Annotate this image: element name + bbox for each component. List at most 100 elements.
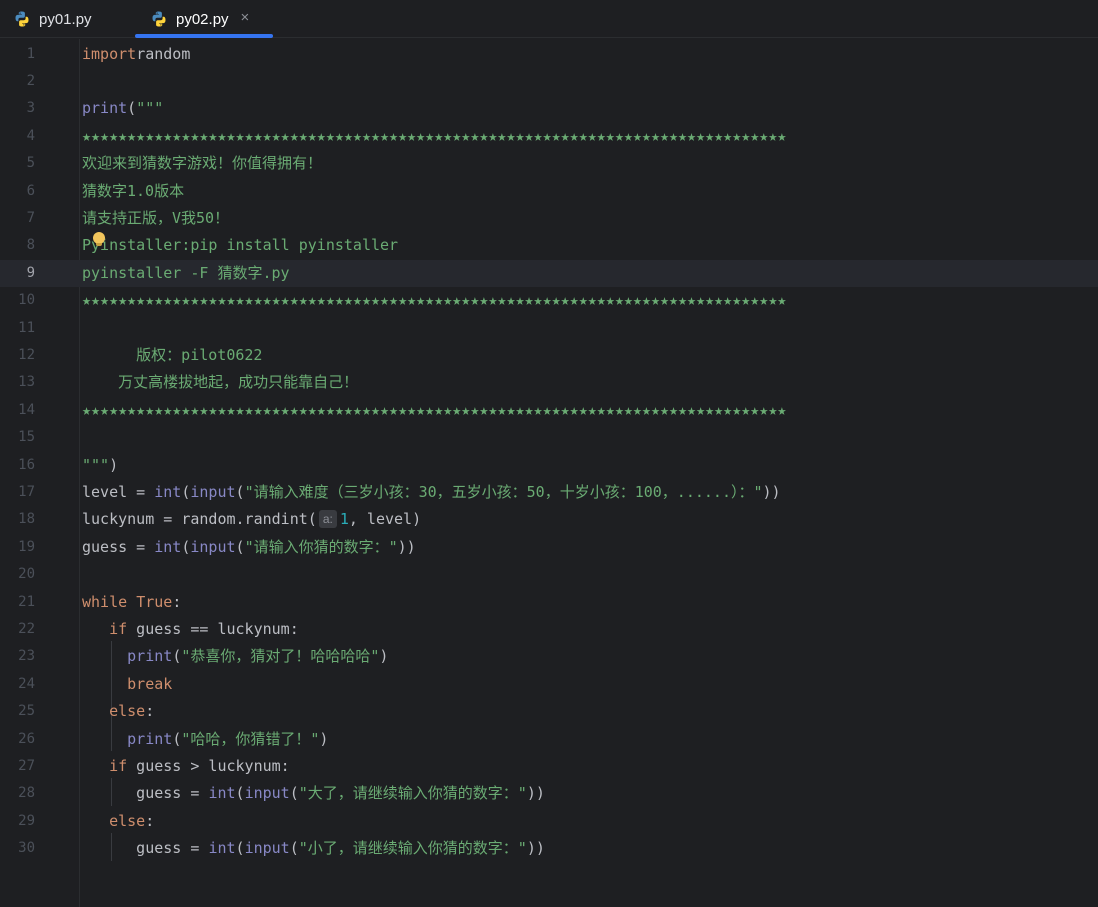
code-token: (	[172, 729, 182, 748]
code-text: ★★★★★★★★★★★★★★★★★★★★★★★★★★★★★★★★★★★★★★★★…	[82, 287, 786, 314]
code-token: input	[190, 482, 236, 501]
code-line[interactable]: 3 print("""	[0, 95, 1098, 122]
code-line[interactable]: 24 break	[0, 671, 1098, 698]
code-line[interactable]: 25 else:	[0, 698, 1098, 725]
code-line[interactable]: 18 luckynum = random.randint(a: 1, level)	[0, 506, 1098, 533]
line-number: 13	[18, 374, 35, 391]
code-token: input	[244, 839, 290, 858]
code-token: print	[127, 729, 173, 748]
code-line[interactable]: 9 pyinstaller -F 猜数字.py	[0, 259, 1098, 288]
code-token: )	[379, 647, 389, 666]
line-number: 28	[18, 785, 35, 802]
tab-py01[interactable]: py01.py	[13, 0, 92, 38]
line-number: 23	[18, 648, 35, 665]
code-text: 请支持正版，V我50！	[82, 205, 229, 232]
code-token: (	[235, 482, 245, 501]
code-line[interactable]: 1 importrandom	[0, 41, 1098, 68]
code-line[interactable]: 15	[0, 424, 1098, 451]
code-editor[interactable]: 1 importrandom 2 3 print(""" 4 ★★★★★★★★★★★★★★★…	[0, 39, 1098, 907]
code-line[interactable]: 5 欢迎来到猜数字游戏！你值得拥有！	[0, 150, 1098, 177]
code-line[interactable]: 21 while True:	[0, 589, 1098, 616]
line-number: 20	[18, 566, 35, 583]
code-line[interactable]: 23 print("恭喜你，猜对了！哈哈哈哈")	[0, 643, 1098, 670]
code-token: guess > luckynum:	[127, 756, 290, 775]
code-line[interactable]: 17 level = int(input("请输入难度（三岁小孩：30，五岁小孩：…	[0, 479, 1098, 506]
code-token: :	[172, 592, 182, 611]
code-token: while	[82, 592, 128, 611]
code-line[interactable]: 19 guess = int(input("请输入你猜的数字："))	[0, 534, 1098, 561]
code-line[interactable]: 12 版权：pilot0622	[0, 342, 1098, 369]
code-token: pyinstaller -F 猜数字.py	[82, 263, 290, 282]
line-number: 1	[26, 45, 35, 62]
code-line[interactable]: 22 if guess == luckynum:	[0, 616, 1098, 643]
line-number: 5	[26, 155, 35, 172]
tab-label: py01.py	[39, 10, 92, 28]
line-number: 29	[18, 812, 35, 829]
code-token: ★★★★★★★★★★★★★★★★★★★★★★★★★★★★★★★★★★★★★★★★…	[82, 126, 787, 145]
code-line[interactable]: 27 if guess > luckynum:	[0, 753, 1098, 780]
tab-py02[interactable]: py02.py ×	[150, 0, 249, 38]
code-line[interactable]: 7 请支持正版，V我50！	[0, 205, 1098, 232]
code-token: int	[154, 537, 182, 556]
code-token: print	[127, 647, 173, 666]
code-token: input	[244, 784, 290, 803]
editor-tab-bar: py01.py py02.py ×	[0, 0, 1098, 38]
code-text: ★★★★★★★★★★★★★★★★★★★★★★★★★★★★★★★★★★★★★★★★…	[82, 123, 786, 150]
code-text: ★★★★★★★★★★★★★★★★★★★★★★★★★★★★★★★★★★★★★★★★…	[82, 397, 786, 424]
parameter-hint: a:	[318, 510, 337, 529]
code-text: if guess == luckynum:	[82, 616, 299, 643]
close-icon[interactable]: ×	[241, 10, 250, 25]
code-line[interactable]: 2	[0, 68, 1098, 95]
line-number: 25	[18, 703, 35, 720]
code-token: else	[109, 702, 146, 721]
code-line[interactable]: 11	[0, 315, 1098, 342]
code-text: 万丈高楼拔地起，成功只能靠自己！	[82, 369, 358, 396]
code-token: ))	[397, 537, 416, 556]
line-number: 8	[26, 237, 35, 254]
line-number: 16	[18, 456, 35, 473]
code-token: 欢迎来到猜数字游戏！你值得拥有！	[82, 154, 323, 173]
code-token: guess == luckynum:	[127, 619, 299, 638]
code-token: (	[172, 647, 182, 666]
code-line[interactable]: 6 猜数字1.0版本	[0, 178, 1098, 205]
code-line[interactable]: 20	[0, 561, 1098, 588]
code-line[interactable]: 30 guess = int(input("小了，请继续输入你猜的数字："))	[0, 835, 1098, 862]
code-token: int	[208, 784, 236, 803]
code-token: 请支持正版，V我50！	[82, 208, 230, 227]
code-line[interactable]: 29 else:	[0, 808, 1098, 835]
tab-label: py02.py	[176, 10, 229, 28]
code-token: "哈哈，你猜错了！"	[181, 729, 320, 748]
code-token: 版权：pilot0622	[82, 345, 263, 364]
code-text: guess = int(input("小了，请继续输入你猜的数字："))	[82, 835, 545, 862]
code-token: else	[109, 811, 146, 830]
code-line[interactable]: 28 guess = int(input("大了，请继续输入你猜的数字："))	[0, 780, 1098, 807]
lightbulb-icon[interactable]	[93, 232, 105, 246]
code-token: level =	[82, 482, 155, 501]
code-token: (	[235, 784, 245, 803]
code-token: ★★★★★★★★★★★★★★★★★★★★★★★★★★★★★★★★★★★★★★★★…	[82, 400, 787, 419]
python-file-icon	[15, 11, 29, 27]
line-number: 19	[18, 538, 35, 555]
code-line[interactable]: 10 ★★★★★★★★★★★★★★★★★★★★★★★★★★★★★★★★★★★★★★…	[0, 287, 1098, 314]
code-token: :	[145, 811, 155, 830]
line-number: 26	[18, 730, 35, 747]
code-text: 版权：pilot0622	[82, 342, 262, 369]
code-token: (	[127, 99, 137, 118]
code-token: )	[319, 729, 329, 748]
code-line[interactable]: 14 ★★★★★★★★★★★★★★★★★★★★★★★★★★★★★★★★★★★★★★…	[0, 397, 1098, 424]
code-line[interactable]: 8 Pyinstaller:pip install pyinstaller	[0, 232, 1098, 259]
code-line[interactable]: 16 """)	[0, 452, 1098, 479]
code-token: guess =	[82, 839, 209, 858]
code-text: guess = int(input("大了，请继续输入你猜的数字："))	[82, 780, 545, 807]
code-token: ))	[526, 784, 545, 803]
code-token: 猜数字1.0版本	[82, 181, 185, 200]
code-line[interactable]: 26 print("哈哈，你猜错了！")	[0, 726, 1098, 753]
code-token: guess =	[82, 537, 155, 556]
code-line[interactable]: 4 ★★★★★★★★★★★★★★★★★★★★★★★★★★★★★★★★★★★★★★★…	[0, 123, 1098, 150]
code-token: 万丈高楼拔地起，成功只能靠自己！	[82, 373, 359, 392]
code-text: level = int(input("请输入难度（三岁小孩：30，五岁小孩：50…	[82, 479, 781, 506]
code-token: (	[289, 839, 299, 858]
code-token: ))	[526, 839, 545, 858]
code-line[interactable]: 13 万丈高楼拔地起，成功只能靠自己！	[0, 369, 1098, 396]
